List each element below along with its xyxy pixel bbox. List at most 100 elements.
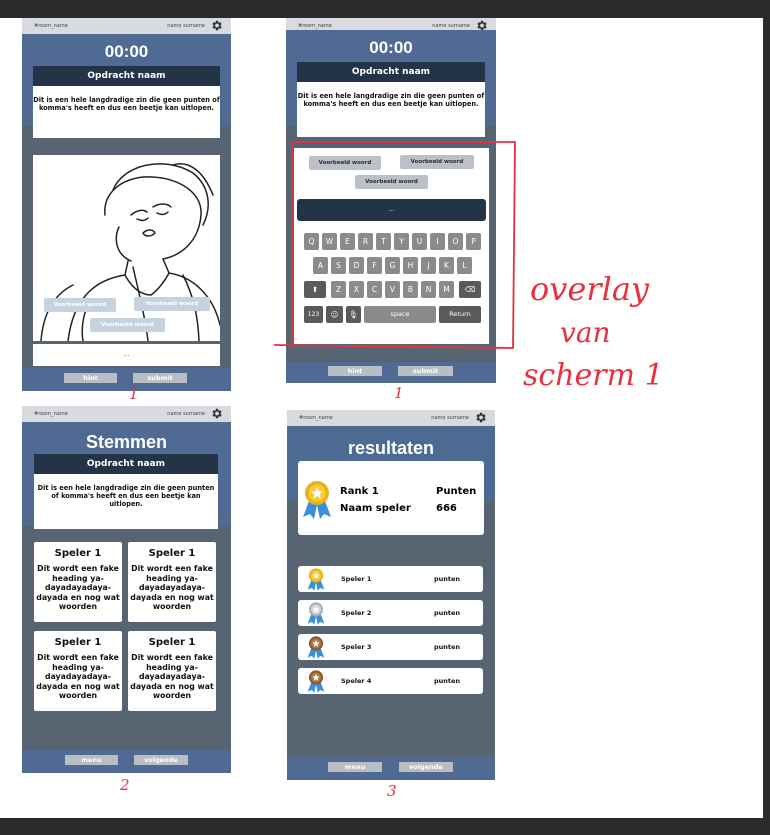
key[interactable]: F	[367, 257, 382, 274]
numbers-key[interactable]: 123	[304, 306, 323, 323]
task-title: Opdracht naam	[34, 454, 218, 474]
key[interactable]: G	[385, 257, 400, 274]
vote-card[interactable]: Speler 1 Dit wordt een fake heading ya-d…	[128, 631, 216, 711]
key[interactable]: N	[421, 281, 436, 298]
top-bar: #room_name name surname	[22, 18, 231, 34]
word-chip[interactable]: Voorbeeld woord	[134, 297, 210, 311]
screen-2-voting: #room_name name surname Stemmen Opdracht…	[22, 406, 231, 773]
screen-number: 2	[120, 776, 130, 794]
guess-input[interactable]: ...	[33, 344, 220, 366]
key[interactable]: U	[412, 233, 427, 250]
key[interactable]: R	[358, 233, 373, 250]
annotation-text: scherm 1	[523, 358, 664, 393]
menu-button[interactable]: menu	[328, 762, 382, 772]
key[interactable]: A	[313, 257, 328, 274]
task-text: Dit is een hele langdradige zin die geen…	[297, 82, 485, 137]
key[interactable]: Q	[304, 233, 319, 250]
screen-1-drawing: #room_name name surname 00:00 Opdracht n…	[22, 18, 231, 391]
key[interactable]: C	[367, 281, 382, 298]
hint-button[interactable]: hint	[64, 373, 117, 383]
gear-icon[interactable]	[210, 407, 223, 420]
shift-key[interactable]: ⬆	[304, 281, 326, 298]
player-answer: Dit wordt een fake heading ya-dayadayada…	[36, 653, 120, 700]
player-name: Speler 4	[341, 677, 372, 685]
gear-icon[interactable]	[210, 19, 223, 32]
top-bar: #room_name name surname	[287, 410, 495, 426]
key[interactable]: O	[448, 233, 463, 250]
room-name: #room_name	[34, 23, 68, 29]
user-name[interactable]: name surname	[431, 415, 469, 421]
bronze-medal-icon	[307, 636, 325, 659]
word-chip[interactable]: Voorbeeld woord	[44, 298, 116, 312]
gold-medal-icon	[307, 568, 325, 591]
player-points: punten	[434, 575, 461, 583]
key[interactable]: S	[331, 257, 346, 274]
next-button[interactable]: volgende	[399, 762, 453, 772]
key[interactable]: H	[403, 257, 418, 274]
page-title: Stemmen	[85, 432, 168, 452]
vote-card[interactable]: Speler 1 Dit wordt een fake heading ya-d…	[128, 542, 216, 622]
annotation-text: overlay	[530, 270, 649, 308]
key[interactable]: W	[322, 233, 337, 250]
silver-medal-icon	[307, 602, 325, 625]
footer-band	[287, 757, 495, 780]
user-name[interactable]: name surname	[432, 23, 470, 29]
menu-button[interactable]: menu	[65, 755, 118, 765]
footer-band	[22, 750, 231, 773]
player-name: Speler 2	[341, 609, 372, 617]
space-key[interactable]: space	[364, 306, 436, 323]
sketch-drawing	[40, 163, 220, 341]
key[interactable]: Y	[394, 233, 409, 250]
annotation-text: van	[560, 316, 611, 349]
task-text: Dit is een hele langdradige zin die geen…	[34, 474, 218, 529]
room-name: #room_name	[34, 411, 68, 417]
microphone-icon[interactable]: 🎙	[346, 306, 361, 323]
screen-1-keyboard-overlay: #room_name name surname 00:00 Opdracht n…	[286, 18, 496, 383]
gold-medal-icon	[303, 481, 331, 519]
task-text: Dit is een hele langdradige zin die geen…	[33, 86, 220, 138]
key[interactable]: D	[349, 257, 364, 274]
key[interactable]: J	[421, 257, 436, 274]
footer-band	[286, 362, 496, 383]
rank-label: Rank 1	[340, 486, 379, 497]
submit-button[interactable]: submit	[398, 366, 453, 376]
player-points: punten	[434, 643, 461, 651]
screen-number: 1	[129, 385, 139, 403]
word-chip[interactable]: Voorbeeld woord	[400, 155, 474, 169]
key[interactable]: I	[430, 233, 445, 250]
key[interactable]: B	[403, 281, 418, 298]
emoji-icon[interactable]: ☺	[326, 306, 343, 323]
user-name[interactable]: name surname	[167, 411, 205, 417]
word-chip[interactable]: Voorbeeld woord	[355, 175, 428, 189]
key[interactable]: T	[376, 233, 391, 250]
room-name: #room_name	[298, 23, 332, 29]
hint-button[interactable]: hint	[328, 366, 382, 376]
task-title: Opdracht naam	[297, 62, 485, 82]
word-chip[interactable]: Voorbeeld woord	[90, 318, 165, 332]
room-name: #room_name	[299, 415, 333, 421]
drawing-canvas[interactable]: Voorbeeld woord Voorbeeld woord Voorbeel…	[33, 155, 220, 341]
key[interactable]: M	[439, 281, 454, 298]
key[interactable]: X	[349, 281, 364, 298]
key[interactable]: E	[340, 233, 355, 250]
key[interactable]: K	[439, 257, 454, 274]
next-button[interactable]: volgende	[134, 755, 188, 765]
winner-card: Rank 1 Naam speler Punten 666	[298, 461, 484, 535]
word-chip[interactable]: Voorbeeld woord	[309, 156, 381, 170]
task-title: Opdracht naam	[33, 66, 220, 86]
user-name[interactable]: name surname	[167, 23, 205, 29]
return-key[interactable]: Return	[439, 306, 481, 323]
submit-button[interactable]: submit	[133, 373, 187, 383]
result-row: Speler 2 punten	[298, 600, 483, 626]
player-points: punten	[434, 677, 461, 685]
key[interactable]: Z	[331, 281, 346, 298]
guess-input[interactable]: ...	[297, 199, 486, 221]
vote-card[interactable]: Speler 1 Dit wordt een fake heading ya-d…	[34, 631, 122, 711]
vote-card[interactable]: Speler 1 Dit wordt een fake heading ya-d…	[34, 542, 122, 622]
key[interactable]: P	[466, 233, 481, 250]
key[interactable]: L	[457, 257, 472, 274]
gear-icon[interactable]	[474, 411, 487, 424]
key[interactable]: V	[385, 281, 400, 298]
points-value: 666	[436, 503, 457, 514]
backspace-key[interactable]: ⌫	[459, 281, 481, 298]
